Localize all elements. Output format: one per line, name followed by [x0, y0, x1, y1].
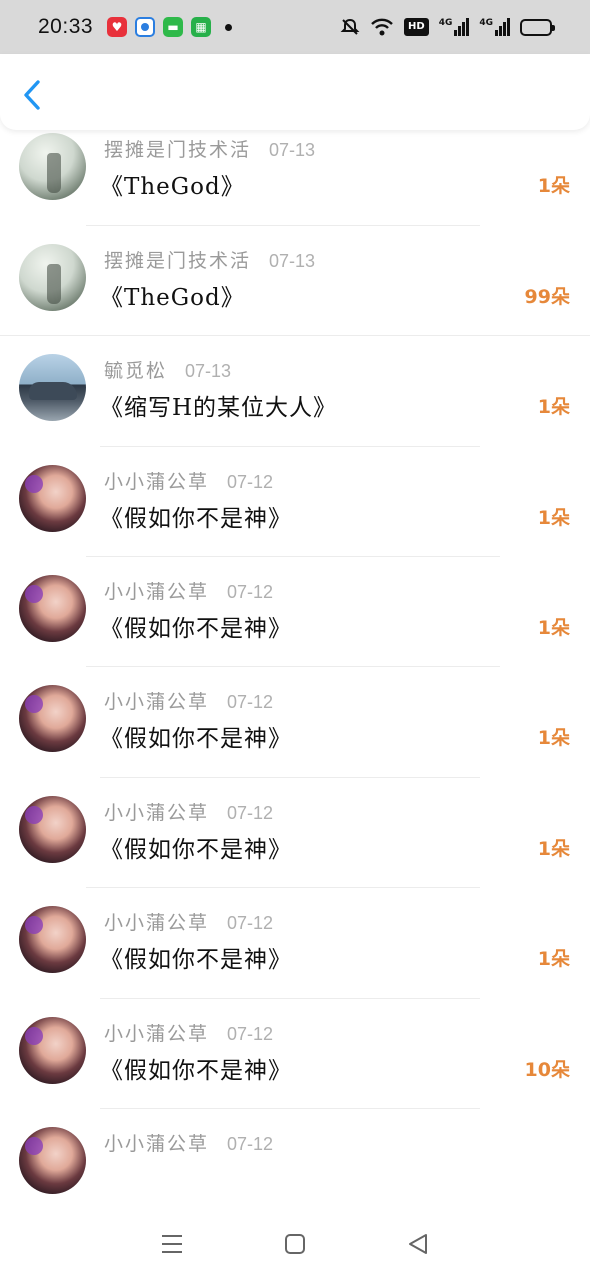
wifi-icon	[370, 17, 394, 37]
battery-icon	[520, 18, 555, 36]
flower-count: 1朵	[537, 948, 570, 971]
app-notification-icon: ▦	[191, 17, 212, 37]
app-header	[0, 54, 590, 130]
girl-avatar[interactable]	[19, 575, 86, 642]
book-title[interactable]: 《TheGod》	[100, 167, 245, 201]
girl-avatar[interactable]	[19, 464, 86, 532]
flower-count: 10朵	[524, 1058, 570, 1081]
record-meta: 毓觅松 07-13	[104, 356, 231, 383]
username[interactable]: 小小蒲公草	[104, 1019, 209, 1046]
record-meta: 小小蒲公草 07-12	[104, 908, 273, 935]
back-button[interactable]	[18, 78, 48, 112]
record-date: 07-12	[227, 471, 274, 492]
mute-bell-icon	[340, 17, 360, 37]
record-date: 07-12	[227, 1134, 274, 1154]
book-title[interactable]: 《假如你不是神》	[100, 1051, 292, 1085]
app-notification-icon: ♥	[107, 17, 128, 37]
flower-count: 1朵	[537, 837, 570, 860]
status-bar: 20:33 ♥ ▬ ▦ HD 4G 4G	[0, 0, 590, 54]
hd-voice-icon: HD	[404, 18, 429, 36]
system-back-button[interactable]	[400, 1226, 436, 1262]
vase-avatar[interactable]	[19, 133, 86, 201]
record-date: 07-12	[227, 692, 274, 713]
record-meta: 小小蒲公草 07-12	[104, 467, 273, 494]
flower-count: 1朵	[537, 506, 570, 529]
book-title[interactable]: 《假如你不是神》	[100, 609, 292, 643]
status-right: HD 4G 4G	[340, 17, 555, 37]
girl-avatar[interactable]	[19, 795, 86, 863]
system-nav-bar	[0, 1208, 590, 1280]
list-item[interactable]: 小小蒲公草 07-12 《假如你不是神》 10朵	[0, 999, 590, 1109]
signal-icon: 4G	[439, 18, 470, 36]
home-button[interactable]	[277, 1226, 313, 1262]
record-meta: 小小蒲公草 07-12	[104, 1019, 273, 1046]
list-item[interactable]: 小小蒲公草 07-12 《假如你不是神》 1朵	[0, 778, 590, 889]
record-date: 07-12	[227, 802, 274, 823]
username[interactable]: 小小蒲公草	[104, 467, 209, 494]
vase-avatar[interactable]	[19, 243, 86, 311]
chevron-left-icon	[24, 80, 40, 110]
flower-count: 1朵	[537, 175, 570, 198]
signal-icon: 4G	[479, 18, 510, 36]
more-notifications-icon	[225, 23, 233, 31]
flower-count: 1朵	[537, 617, 570, 639]
app-notification-icon	[135, 17, 156, 37]
list-item[interactable]: 毓觅松 07-13 《缩写H的某位大人》 1朵	[0, 336, 590, 447]
flower-count: 1朵	[537, 727, 570, 750]
username[interactable]: 小小蒲公草	[104, 687, 209, 714]
username[interactable]: 小小蒲公草	[104, 798, 209, 825]
menu-icon	[161, 1235, 182, 1253]
username[interactable]: 摆摊是门技术活	[104, 246, 251, 273]
girl-avatar[interactable]	[19, 1016, 86, 1084]
back-triangle-icon	[409, 1234, 428, 1254]
book-title[interactable]: 《假如你不是神》	[100, 499, 292, 533]
message-notification-icon: ▬	[163, 17, 184, 37]
record-date: 07-12	[227, 582, 274, 602]
username[interactable]: 毓觅松	[104, 356, 167, 383]
car-avatar[interactable]	[19, 354, 86, 422]
girl-avatar[interactable]	[19, 685, 86, 753]
list-item[interactable]: 小小蒲公草 07-12 《假如你不是神》 1朵	[0, 557, 590, 668]
record-date: 07-12	[227, 913, 274, 934]
record-date: 07-13	[269, 250, 316, 271]
record-meta: 小小蒲公草 07-12	[104, 1129, 273, 1156]
girl-avatar[interactable]	[19, 1127, 86, 1194]
flower-count: 99朵	[524, 285, 570, 308]
book-title[interactable]: 《缩写H的某位大人》	[100, 388, 337, 422]
list-item[interactable]: 小小蒲公草 07-12 《假如你不是神》 1朵	[0, 447, 590, 557]
list-item[interactable]: 摆摊是门技术活 07-13 《TheGod》 99朵	[0, 226, 590, 337]
list-item[interactable]: 摆摊是门技术活 07-13 《TheGod》 1朵	[0, 115, 590, 226]
record-meta: 小小蒲公草 07-12	[104, 687, 273, 714]
record-meta: 小小蒲公草 07-12	[104, 798, 273, 825]
book-title[interactable]: 《假如你不是神》	[100, 830, 292, 864]
list-item[interactable]: 小小蒲公草 07-12 《假如你不是神》 1朵	[0, 667, 590, 778]
username[interactable]: 小小蒲公草	[104, 577, 209, 604]
list-item[interactable]: 小小蒲公草 07-12	[0, 1109, 590, 1208]
record-meta: 小小蒲公草 07-12	[104, 577, 273, 604]
status-time: 20:33	[38, 15, 94, 38]
record-date: 07-12	[227, 1023, 274, 1044]
flower-count: 1朵	[537, 396, 570, 419]
username[interactable]: 小小蒲公草	[104, 1129, 209, 1156]
gift-record-list: 《大侦探之魔说》10朵摆摊是门技术活07-13《TheGod》1朵摆摊是门技术活…	[0, 90, 590, 1208]
record-meta: 摆摊是门技术活 07-13	[104, 246, 315, 273]
menu-button[interactable]	[154, 1226, 190, 1262]
notification-icons: ♥ ▬ ▦	[107, 17, 233, 37]
username[interactable]: 小小蒲公草	[104, 908, 209, 935]
girl-avatar[interactable]	[19, 906, 86, 974]
book-title[interactable]: 《TheGod》	[100, 278, 245, 312]
home-square-icon	[284, 1234, 305, 1254]
book-title[interactable]: 《假如你不是神》	[100, 719, 292, 753]
record-date: 07-13	[269, 140, 316, 161]
username[interactable]: 摆摊是门技术活	[104, 135, 251, 162]
record-date: 07-13	[185, 361, 232, 382]
record-meta: 摆摊是门技术活 07-13	[104, 135, 315, 162]
list-item[interactable]: 小小蒲公草 07-12 《假如你不是神》 1朵	[0, 888, 590, 999]
book-title[interactable]: 《假如你不是神》	[100, 940, 292, 974]
